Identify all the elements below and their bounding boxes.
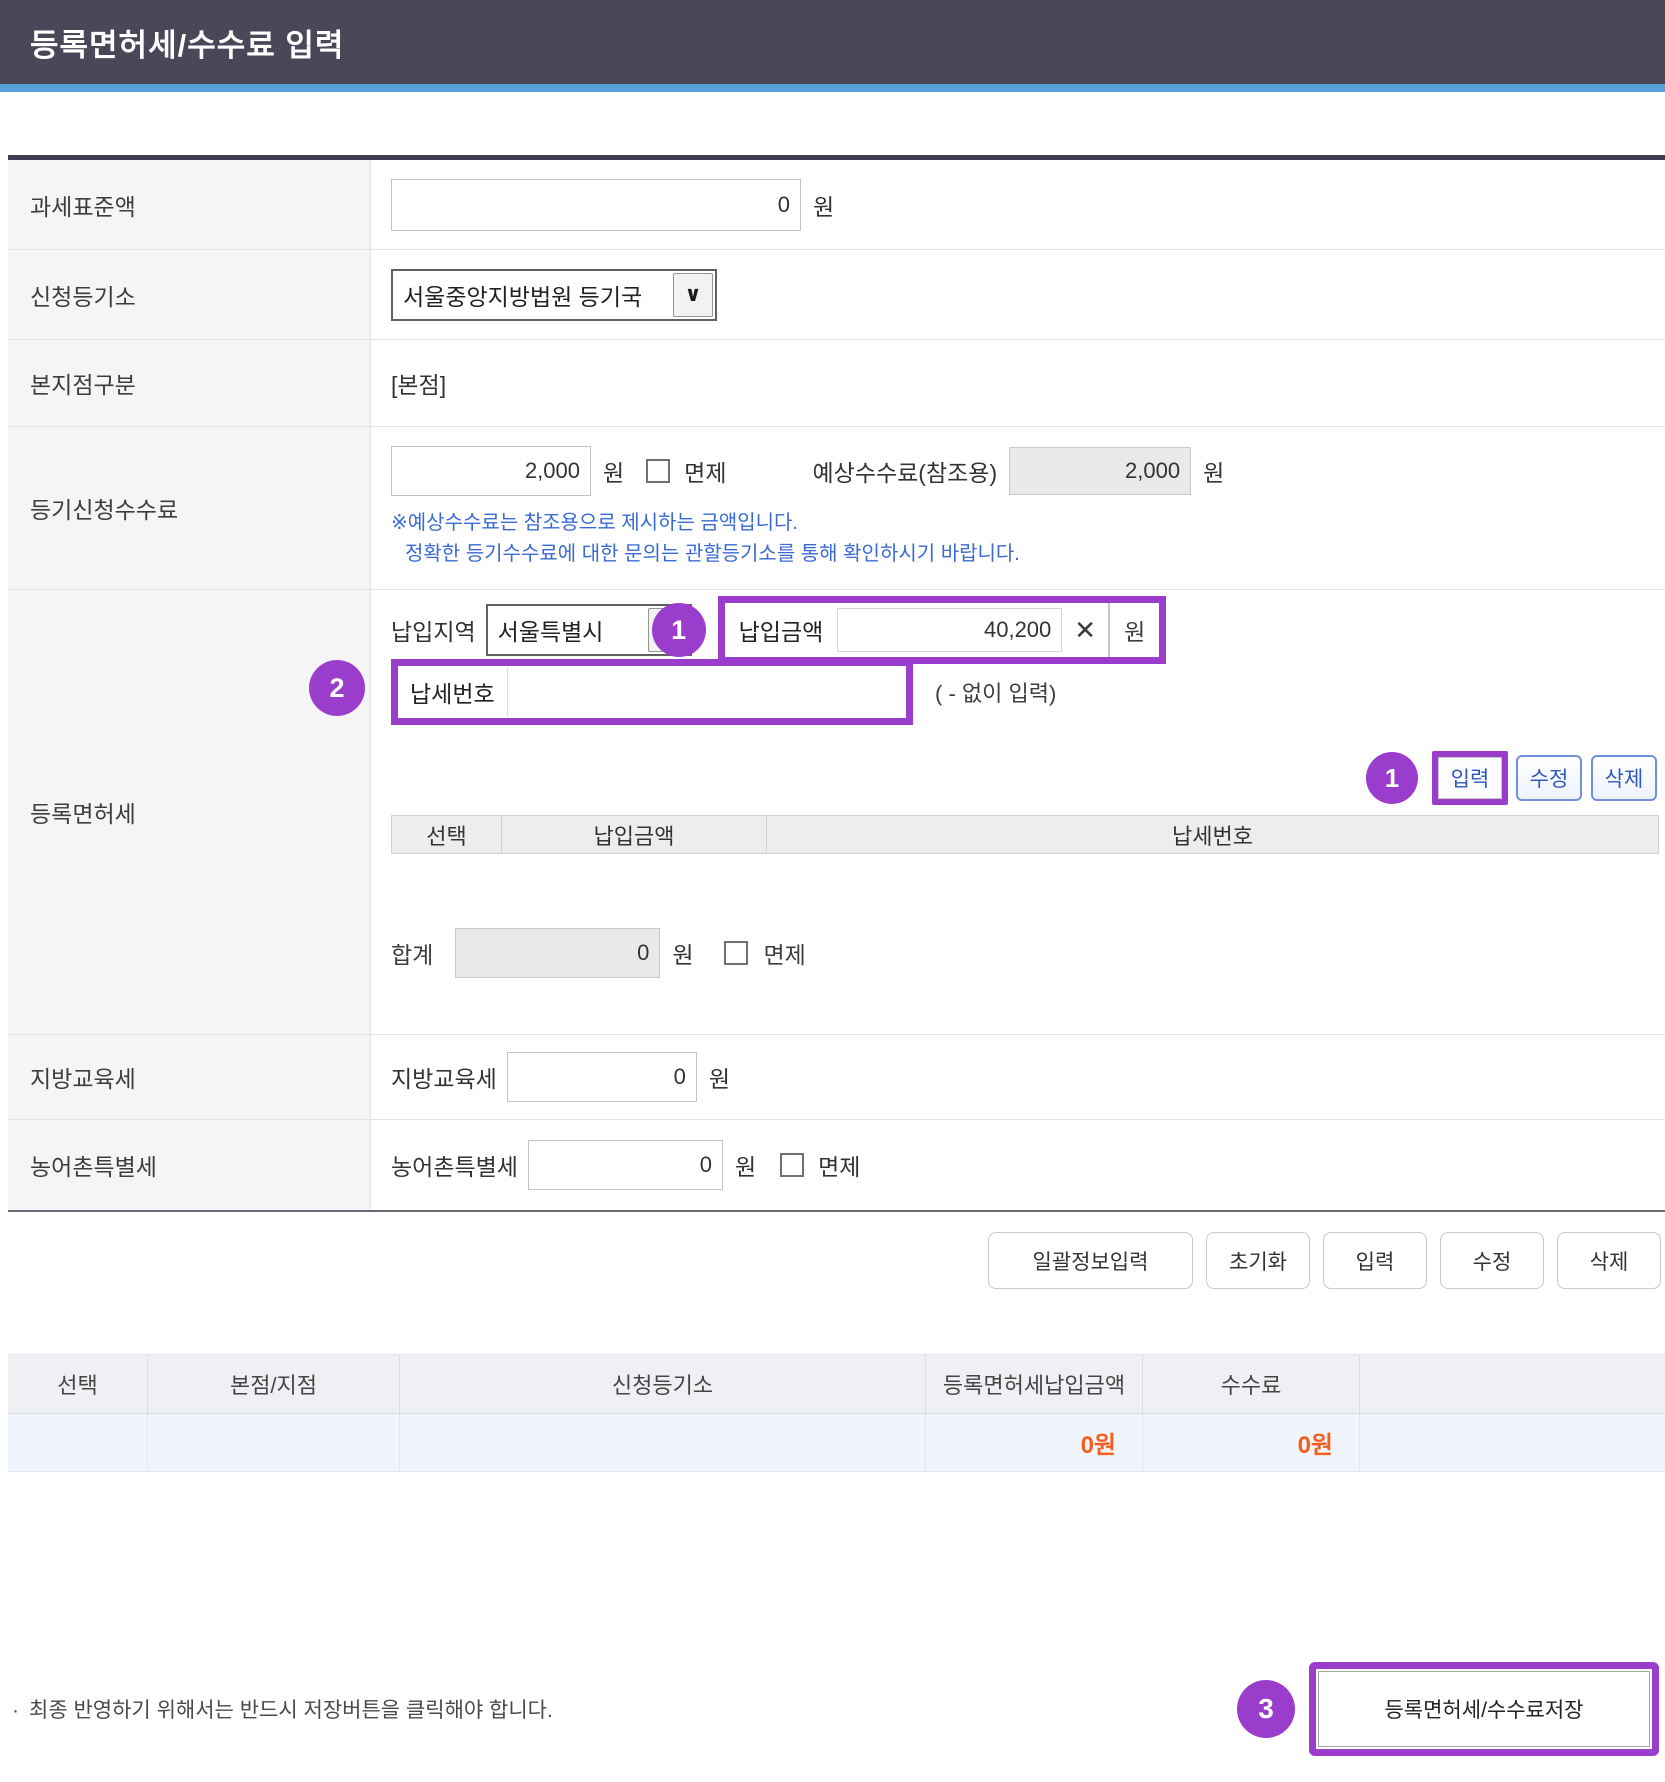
fishing-tax-exempt-checkbox[interactable]: [780, 1153, 804, 1177]
estimate-fee-unit: 원: [1203, 454, 1224, 488]
fishing-tax-input[interactable]: [528, 1140, 723, 1190]
column-header-tax-number: 납세번호: [767, 816, 1658, 853]
step-badge-2: 2: [309, 660, 365, 716]
fee-note-1: ※예상수수료는 참조용으로 제시하는 금액입니다.: [391, 508, 1665, 539]
tax-number-label: 납세번호: [398, 675, 507, 709]
delete-button[interactable]: 삭제: [1557, 1232, 1661, 1289]
row-branch-type: 본지점구분 [본점]: [8, 340, 1665, 427]
save-button[interactable]: 등록면허세/수수료저장: [1318, 1671, 1650, 1747]
chevron-down-icon: ∨: [673, 273, 713, 317]
page-title: 등록면허세/수수료 입력: [30, 20, 344, 65]
total-label: 합계: [391, 936, 433, 970]
tax-number-input[interactable]: [507, 668, 906, 716]
summary-cell-license-tax-amount: 0원: [926, 1414, 1143, 1471]
total-exempt-label: 면제: [764, 936, 806, 970]
summary-cell-registry-office: [400, 1414, 926, 1471]
license-tax-label: 등록면허세: [8, 590, 371, 1034]
header-accent-bar: [0, 84, 1665, 92]
application-fee-exempt-label: 면제: [684, 454, 726, 488]
column-header-select: 선택: [392, 816, 502, 853]
branch-type-value: [본점]: [391, 366, 446, 400]
bulk-input-button[interactable]: 일괄정보입력: [988, 1232, 1193, 1289]
footer: · 최종 반영하기 위해서는 반드시 저장버튼을 클릭해야 합니다. 3 등록면허…: [0, 1662, 1665, 1756]
estimate-fee-label: 예상수수료(참조용): [813, 454, 998, 488]
tax-base-input[interactable]: [391, 179, 801, 231]
fishing-tax-inline-label: 농어촌특별세: [391, 1148, 518, 1182]
row-license-tax: 등록면허세 납입지역 서울특별시 ∨ 1 납입금액 ✕ 원 2: [8, 590, 1665, 1035]
step-badge-1: 1: [1366, 752, 1418, 804]
payment-region-label: 납입지역: [391, 613, 476, 647]
education-tax-input[interactable]: [507, 1052, 697, 1102]
tax-base-label: 과세표준액: [8, 160, 371, 249]
summary-table-header: 선택 본점/지점 신청등기소 등록면허세납입금액 수수료: [8, 1354, 1665, 1414]
summary-header-fee: 수수료: [1143, 1355, 1360, 1413]
payment-amount-input[interactable]: [837, 608, 1062, 652]
bullet: ·: [12, 1699, 19, 1722]
column-header-amount: 납입금액: [502, 816, 767, 853]
row-tax-base: 과세표준액 원: [8, 160, 1665, 250]
footer-note-text: 최종 반영하기 위해서는 반드시 저장버튼을 클릭해야 합니다.: [29, 1699, 553, 1722]
application-fee-label: 등기신청수수료: [8, 427, 371, 589]
summary-header-registry-office: 신청등기소: [400, 1355, 926, 1413]
total-input: [455, 928, 660, 978]
tax-base-unit: 원: [813, 188, 834, 222]
payment-amount-unit: 원: [1108, 603, 1159, 657]
input-button-highlight: 입력: [1432, 751, 1508, 805]
clear-icon[interactable]: ✕: [1062, 615, 1108, 646]
license-tax-edit-button[interactable]: 수정: [1516, 755, 1582, 801]
registry-office-selected: 서울중앙지방법원 등기국: [393, 271, 671, 319]
fishing-tax-label: 농어촌특별세: [8, 1120, 371, 1210]
application-fee-exempt-checkbox[interactable]: [646, 459, 670, 483]
reset-button[interactable]: 초기화: [1206, 1232, 1310, 1289]
row-registry-office: 신청등기소 서울중앙지방법원 등기국 ∨: [8, 250, 1665, 340]
edit-button[interactable]: 수정: [1440, 1232, 1544, 1289]
row-application-fee: 등기신청수수료 원 면제 예상수수료(참조용) 원 ※예상수수료는 참조용으로 …: [8, 427, 1665, 590]
summary-cell-fee: 0원: [1143, 1414, 1360, 1471]
fishing-tax-exempt-label: 면제: [818, 1148, 860, 1182]
fee-notes: ※예상수수료는 참조용으로 제시하는 금액입니다. 정확한 등기수수료에 대한 …: [391, 508, 1665, 570]
application-fee-unit: 원: [603, 454, 624, 488]
payment-region-select[interactable]: 서울특별시 ∨ 1: [486, 604, 692, 656]
summary-table: 선택 본점/지점 신청등기소 등록면허세납입금액 수수료 0원 0원: [8, 1354, 1665, 1472]
summary-header-select: 선택: [8, 1355, 148, 1413]
tax-number-hint: ( - 없이 입력): [935, 676, 1056, 708]
row-fishing-tax: 농어촌특별세 농어촌특별세 원 면제: [8, 1120, 1665, 1210]
education-tax-inline-label: 지방교육세: [391, 1060, 497, 1094]
registry-office-label: 신청등기소: [8, 250, 371, 339]
education-tax-label: 지방교육세: [8, 1035, 371, 1119]
tax-form-table: 과세표준액 원 신청등기소 서울중앙지방법원 등기국 ∨ 본지점구분 [본점] …: [8, 155, 1665, 1212]
registry-office-select[interactable]: 서울중앙지방법원 등기국 ∨: [391, 269, 717, 321]
branch-type-label: 본지점구분: [8, 340, 371, 426]
summary-header-filler: [1360, 1355, 1665, 1413]
education-tax-unit: 원: [709, 1060, 730, 1094]
total-exempt-checkbox[interactable]: [724, 941, 748, 965]
save-group: 3 등록면허세/수수료저장: [1237, 1662, 1659, 1756]
summary-header-license-tax-amount: 등록면허세납입금액: [926, 1355, 1143, 1413]
action-button-row: 일괄정보입력 초기화 입력 수정 삭제: [0, 1232, 1661, 1289]
payment-amount-highlight: 납입금액 ✕ 원: [718, 596, 1167, 664]
payment-region-selected: 서울특별시: [488, 606, 646, 654]
footer-note: · 최종 반영하기 위해서는 반드시 저장버튼을 클릭해야 합니다.: [12, 1694, 553, 1724]
fishing-tax-unit: 원: [735, 1148, 756, 1182]
fee-note-2: 정확한 등기수수료에 대한 문의는 관할등기소를 통해 확인하시기 바랍니다.: [391, 539, 1665, 570]
tax-number-highlight: 납세번호: [391, 659, 913, 725]
summary-header-branch: 본점/지점: [148, 1355, 400, 1413]
summary-cell-branch: [148, 1414, 400, 1471]
step-badge-3: 3: [1237, 1680, 1295, 1738]
summary-cell-filler: [1360, 1414, 1665, 1471]
license-tax-table-header: 선택 납입금액 납세번호: [391, 815, 1659, 854]
step-badge-1: 1: [652, 603, 706, 657]
summary-cell-select: [8, 1414, 148, 1471]
input-button[interactable]: 입력: [1323, 1232, 1427, 1289]
page-header: 등록면허세/수수료 입력: [0, 0, 1665, 84]
total-unit: 원: [672, 936, 693, 970]
summary-table-row[interactable]: 0원 0원: [8, 1414, 1665, 1472]
estimate-fee-input: [1009, 447, 1191, 495]
payment-amount-label: 납입금액: [725, 613, 838, 647]
license-tax-delete-button[interactable]: 삭제: [1591, 755, 1657, 801]
row-education-tax: 지방교육세 지방교육세 원: [8, 1035, 1665, 1120]
license-tax-input-button[interactable]: 입력: [1438, 757, 1502, 799]
application-fee-input[interactable]: [391, 446, 591, 496]
save-button-highlight: 등록면허세/수수료저장: [1309, 1662, 1659, 1756]
